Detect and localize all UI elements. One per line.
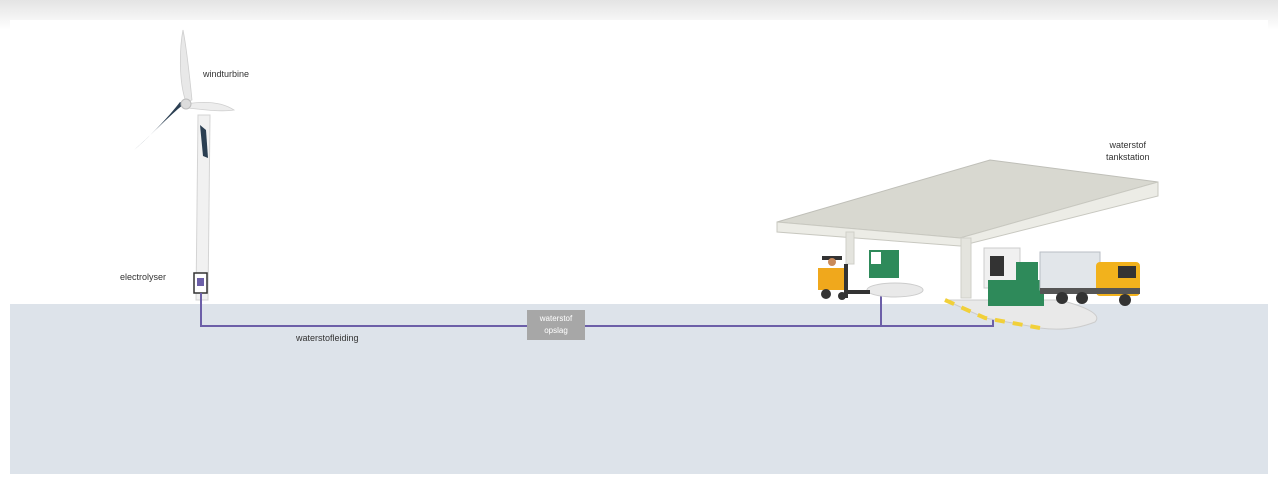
pipeline-label: waterstofleiding xyxy=(296,333,359,343)
diagram-graphics xyxy=(134,29,1159,330)
storage-label-line2: opslag xyxy=(544,326,568,335)
windturbine-label: windturbine xyxy=(203,69,250,79)
hydrogen-storage: waterstof opslag xyxy=(527,310,585,340)
hydrogen-infrastructure-diagram: windturbine electrolyser waterstofleidin… xyxy=(0,0,1278,477)
electrolyser-label: electrolyser xyxy=(120,272,167,282)
station-label-line1: waterstof xyxy=(1109,140,1147,150)
fuel-island-left xyxy=(866,282,924,298)
forklift-icon xyxy=(818,256,870,300)
electrolyser-icon xyxy=(193,272,208,294)
truck-icon xyxy=(1039,251,1140,306)
station-label: waterstof tankstation xyxy=(1106,139,1150,163)
storage-label-line1: waterstof xyxy=(539,314,573,323)
hydrogen-pipeline xyxy=(200,292,994,327)
station-label-line2: tankstation xyxy=(1106,152,1150,162)
